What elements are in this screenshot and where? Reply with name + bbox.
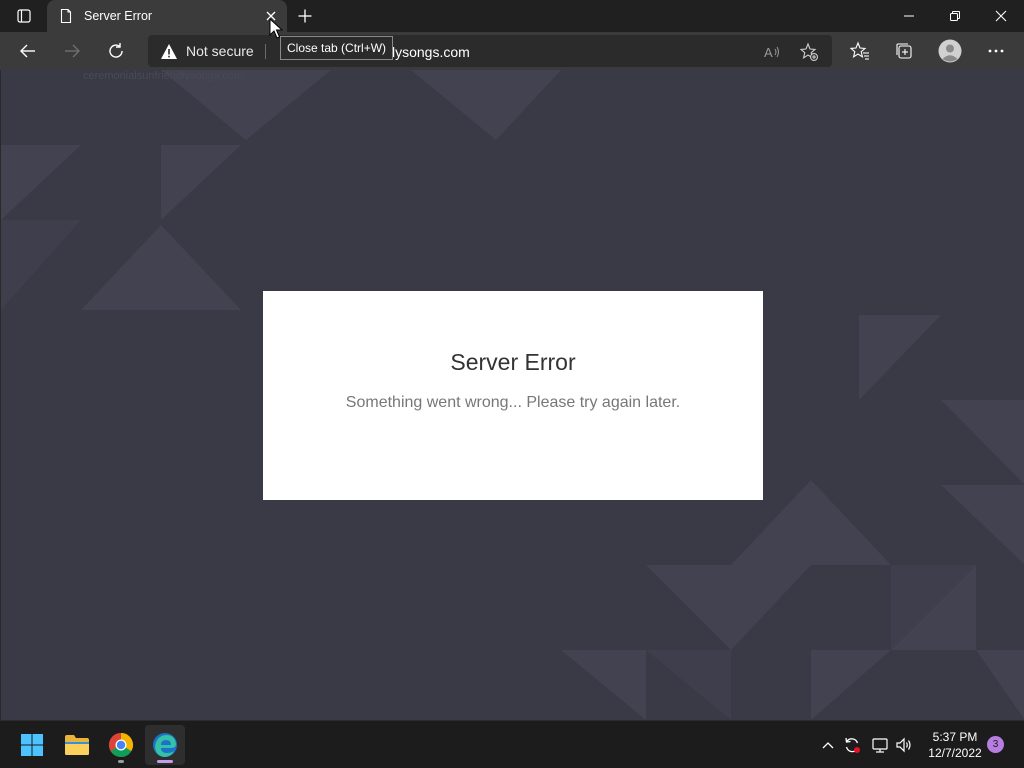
collections-icon	[896, 43, 912, 59]
network-tray-button[interactable]	[870, 735, 890, 755]
more-icon	[988, 49, 1004, 53]
collections-button[interactable]	[890, 37, 918, 65]
site-info-button[interactable]: Not secure	[160, 41, 254, 61]
network-icon	[872, 738, 888, 753]
forward-button[interactable]	[58, 37, 86, 65]
back-arrow-icon	[20, 44, 35, 58]
clock[interactable]: 5:37 PM 12/7/2022	[920, 729, 990, 761]
profile-icon	[938, 39, 962, 63]
page-viewport: ceremonialsunfriendlysongs.com Server Er…	[0, 70, 1024, 720]
chrome-running-indicator	[118, 760, 124, 763]
sync-tray-button[interactable]	[842, 735, 862, 755]
add-favorite-button[interactable]	[798, 41, 820, 63]
tab-actions-icon	[17, 9, 31, 23]
address-bar[interactable]: Not secure lysongs.com A	[148, 35, 832, 67]
address-separator	[265, 44, 266, 59]
warning-icon	[161, 43, 177, 59]
sync-icon	[845, 737, 860, 753]
edge-button[interactable]	[145, 725, 185, 765]
read-aloud-icon: A	[764, 45, 779, 60]
plus-icon	[298, 9, 312, 23]
forward-arrow-icon	[65, 44, 80, 58]
refresh-icon	[109, 43, 123, 58]
title-bar: Server Error	[0, 0, 1024, 32]
restore-button[interactable]	[932, 0, 978, 32]
refresh-button[interactable]	[102, 37, 130, 65]
error-message: Something went wrong... Please try again…	[345, 394, 681, 411]
show-hidden-icons-button[interactable]	[818, 735, 838, 755]
favorites-icon	[850, 41, 869, 60]
notification-badge[interactable]: 3	[987, 736, 1004, 753]
ghost-suggestion: ceremonialsunfriendlysongs.com	[83, 70, 244, 82]
chrome-icon	[108, 733, 134, 758]
volume-icon	[896, 737, 911, 753]
file-explorer-button[interactable]	[57, 725, 97, 765]
error-card: Server Error Something went wrong... Ple…	[263, 291, 763, 500]
edge-active-indicator	[157, 760, 173, 763]
error-title: Server Error	[450, 349, 576, 375]
minimize-icon	[904, 15, 914, 17]
new-tab-button[interactable]	[293, 4, 317, 28]
browser-toolbar: Not secure lysongs.com A	[0, 32, 1024, 70]
restore-icon	[950, 11, 960, 21]
taskbar: 5:37 PM 12/7/2022 3	[0, 720, 1024, 768]
page-icon	[58, 8, 74, 29]
chrome-button[interactable]	[101, 725, 141, 765]
svg-text:A: A	[764, 45, 773, 60]
close-window-icon	[995, 10, 1007, 22]
tab-actions-button[interactable]	[8, 4, 40, 28]
url-text: lysongs.com	[392, 44, 470, 60]
start-icon	[21, 734, 43, 756]
file-explorer-icon	[65, 735, 89, 755]
minimize-button[interactable]	[886, 0, 932, 32]
tab-title: Server Error	[84, 9, 153, 23]
edge-icon	[153, 733, 177, 757]
add-favorite-icon	[799, 42, 818, 61]
security-label: Not secure	[186, 43, 254, 59]
start-button[interactable]	[12, 725, 52, 765]
mouse-cursor-icon	[269, 18, 283, 39]
read-aloud-button[interactable]: A	[762, 41, 784, 63]
clock-time: 5:37 PM	[932, 730, 978, 744]
clock-date: 12/7/2022	[928, 746, 982, 760]
favorites-button[interactable]	[846, 37, 874, 65]
profile-button[interactable]	[936, 37, 964, 65]
browser-tab[interactable]: Server Error	[47, 0, 287, 32]
chevron-up-icon	[822, 742, 834, 749]
close-tab-tooltip: Close tab (Ctrl+W)	[280, 36, 394, 60]
volume-tray-button[interactable]	[894, 735, 914, 755]
close-window-button[interactable]	[978, 0, 1024, 32]
back-button[interactable]	[14, 37, 42, 65]
more-button[interactable]	[982, 37, 1010, 65]
